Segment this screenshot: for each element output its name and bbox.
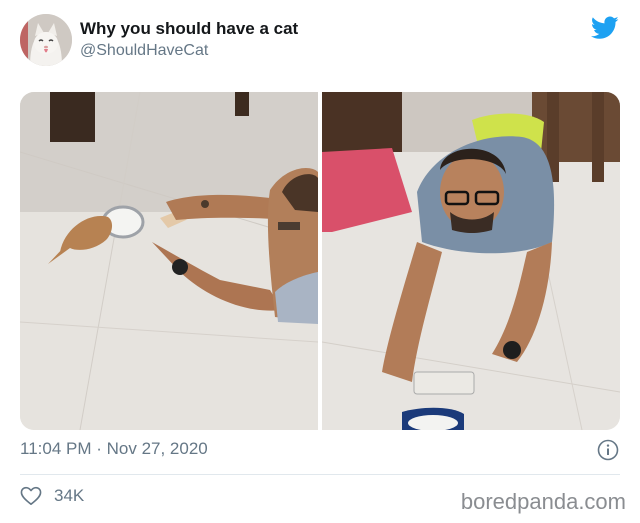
meta-separator: · bbox=[91, 439, 107, 458]
author-name[interactable]: Why you should have a cat bbox=[80, 19, 298, 39]
watermark: boredpanda.com bbox=[460, 489, 626, 514]
info-icon[interactable] bbox=[597, 439, 619, 461]
tweet-timestamp[interactable]: 11:04 PM · Nov 27, 2020 bbox=[20, 439, 208, 459]
twitter-bird-icon[interactable] bbox=[591, 16, 619, 40]
heart-icon[interactable] bbox=[20, 486, 42, 506]
author-handle[interactable]: @ShouldHaveCat bbox=[80, 42, 208, 60]
tweet-date: Nov 27, 2020 bbox=[106, 439, 208, 458]
cat-avatar-image bbox=[20, 14, 72, 66]
tweet-time: 11:04 PM bbox=[20, 439, 92, 458]
photo-kitten-and-man[interactable] bbox=[20, 92, 318, 430]
divider bbox=[20, 474, 620, 475]
tweet-media[interactable] bbox=[20, 92, 620, 430]
avatar[interactable] bbox=[20, 14, 72, 66]
tweet-card: Why you should have a cat @ShouldHaveCat bbox=[0, 0, 640, 523]
photo-man-with-phone[interactable] bbox=[322, 92, 620, 430]
like-count[interactable]: 34K bbox=[54, 486, 84, 506]
